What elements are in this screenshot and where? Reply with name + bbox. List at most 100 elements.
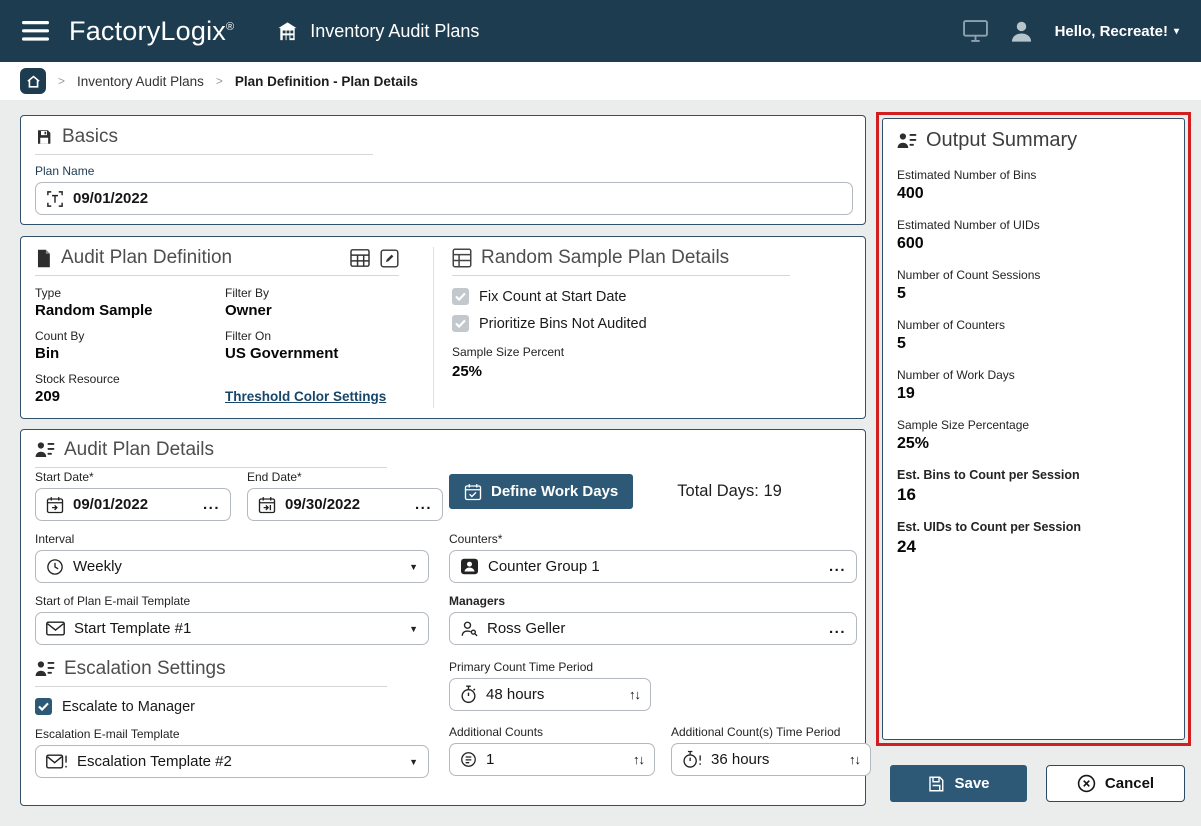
- field-value: Bin: [35, 345, 59, 362]
- field-label: Count By: [35, 329, 217, 343]
- definition-title: Audit Plan Definition: [61, 247, 232, 269]
- output-summary-items: Estimated Number of Bins 400 Estimated N…: [897, 168, 1170, 557]
- person-list-icon: [897, 132, 917, 150]
- field-value: Random Sample: [35, 302, 153, 319]
- output-summary-header: Output Summary: [897, 129, 1170, 152]
- topbar: FactoryLogix® Inventory Audit Plans Hell…: [0, 0, 1201, 62]
- breadcrumb-item-current: Plan Definition - Plan Details: [235, 74, 418, 89]
- save-label: Save: [954, 775, 989, 792]
- random-sample-title: Random Sample Plan Details: [481, 247, 729, 269]
- cancel-circle-x-icon: [1077, 774, 1096, 793]
- escalation-template-select[interactable]: Escalation Template #2 ▼: [35, 745, 429, 778]
- definition-fields: Type Random Sample Filter By Owner Count…: [35, 286, 433, 406]
- additional-counts-label: Additional Counts: [449, 725, 655, 739]
- definition-header: Audit Plan Definition: [35, 247, 399, 276]
- definition-field-filter-by: Filter By Owner: [225, 286, 433, 320]
- table-view-icon[interactable]: [350, 249, 370, 268]
- breadcrumb-item-plans[interactable]: Inventory Audit Plans: [77, 74, 204, 89]
- start-date-field[interactable]: 09/01/2022 ...: [35, 488, 231, 521]
- details-header: Audit Plan Details: [35, 439, 387, 468]
- additional-time-field[interactable]: 36 hours ↑↓: [671, 743, 871, 776]
- stepper-arrows-icon[interactable]: ↑↓: [629, 687, 640, 702]
- escalation-template-group: Escalation E-mail Template Escalation Te…: [35, 727, 429, 778]
- additional-counts-field[interactable]: 1 ↑↓: [449, 743, 655, 776]
- summary-label: Estimated Number of UIDs: [897, 218, 1170, 232]
- primary-count-field[interactable]: 48 hours ↑↓: [449, 678, 651, 711]
- escalation-header: Escalation Settings: [35, 658, 387, 687]
- user-avatar-icon[interactable]: [1008, 18, 1035, 45]
- envelope-icon: [46, 621, 65, 636]
- sample-size-group: Sample Size Percent 25%: [452, 345, 851, 381]
- summary-item-bins-per-session: Est. Bins to Count per Session 16: [897, 468, 1170, 505]
- start-date-picker-button[interactable]: ...: [203, 496, 220, 513]
- interval-select[interactable]: Weekly ▼: [35, 550, 429, 583]
- managers-picker-button[interactable]: ...: [829, 620, 846, 637]
- summary-label: Number of Count Sessions: [897, 268, 1170, 282]
- define-work-days-button[interactable]: Define Work Days: [449, 474, 633, 509]
- person-key-icon: [460, 620, 478, 638]
- additional-time-group: Additional Count(s) Time Period 36 hours…: [671, 725, 871, 776]
- plan-name-field[interactable]: 09/01/2022: [35, 182, 853, 215]
- counters-group: Counters* Counter Group 1 ...: [449, 532, 857, 583]
- end-date-picker-button[interactable]: ...: [415, 496, 432, 513]
- calendar-start-icon: [46, 496, 64, 514]
- save-button[interactable]: Save: [890, 765, 1027, 802]
- managers-group: Managers Ross Geller ...: [449, 594, 857, 645]
- counters-label: Counters*: [449, 532, 857, 546]
- text-input-icon: [46, 190, 64, 208]
- plan-name-value: 09/01/2022: [73, 190, 148, 207]
- cancel-button[interactable]: Cancel: [1046, 765, 1185, 802]
- basics-header: Basics: [35, 126, 373, 155]
- managers-field[interactable]: Ross Geller ...: [449, 612, 857, 645]
- escalation-title: Escalation Settings: [64, 658, 226, 680]
- end-date-label: End Date*: [247, 470, 443, 484]
- factory-building-icon: [276, 20, 299, 43]
- counters-picker-button[interactable]: ...: [829, 558, 846, 575]
- home-icon[interactable]: [20, 68, 46, 94]
- additional-counts-group: Additional Counts 1 ↑↓: [449, 725, 655, 776]
- start-date-group: Start Date* 09/01/2022 ...: [35, 470, 231, 521]
- additional-counts-value: 1: [486, 751, 494, 768]
- field-label: Type: [35, 286, 217, 300]
- random-sample-header: Random Sample Plan Details: [452, 247, 790, 276]
- summary-value: 16: [897, 485, 916, 504]
- end-date-value: 09/30/2022: [285, 496, 360, 513]
- counters-field[interactable]: Counter Group 1 ...: [449, 550, 857, 583]
- summary-label: Estimated Number of Bins: [897, 168, 1170, 182]
- start-date-label: Start Date*: [35, 470, 231, 484]
- fix-count-label: Fix Count at Start Date: [479, 289, 626, 305]
- summary-label: Est. UIDs to Count per Session: [897, 520, 1170, 534]
- prioritize-bins-label: Prioritize Bins Not Audited: [479, 316, 647, 332]
- counter-icon: [460, 751, 477, 768]
- definition-field-count-by: Count By Bin: [35, 329, 217, 363]
- additional-time-label: Additional Count(s) Time Period: [671, 725, 871, 739]
- envelope-alert-icon: [46, 754, 68, 769]
- date-row: Start Date* 09/01/2022 ... End Date* 09/…: [35, 470, 443, 521]
- field-value: US Government: [225, 345, 338, 362]
- summary-value: 25%: [897, 435, 929, 452]
- interval-value: Weekly: [73, 558, 122, 575]
- escalate-to-manager-checkbox[interactable]: [35, 698, 52, 715]
- greeting-text: Hello, Recreate!: [1055, 23, 1168, 40]
- summary-item-bins: Estimated Number of Bins 400: [897, 168, 1170, 203]
- summary-value: 600: [897, 235, 924, 252]
- summary-label: Sample Size Percentage: [897, 418, 1170, 432]
- document-icon: [35, 249, 52, 268]
- registered-mark: ®: [226, 21, 234, 33]
- start-template-select[interactable]: Start Template #1 ▼: [35, 612, 429, 645]
- field-label: Filter On: [225, 329, 433, 343]
- app-logo: FactoryLogix®: [69, 16, 234, 47]
- stepper-arrows-icon[interactable]: ↑↓: [633, 752, 644, 767]
- summary-item-counters: Number of Counters 5: [897, 318, 1170, 353]
- primary-count-value: 48 hours: [486, 686, 544, 703]
- page-title: Inventory Audit Plans: [310, 21, 479, 42]
- monitor-icon[interactable]: [963, 20, 988, 42]
- threshold-color-settings-link[interactable]: Threshold Color Settings: [225, 389, 386, 404]
- stepper-arrows-icon[interactable]: ↑↓: [849, 752, 860, 767]
- person-list-icon: [35, 441, 55, 459]
- menu-icon[interactable]: [22, 21, 49, 41]
- edit-icon[interactable]: [380, 249, 399, 268]
- user-menu[interactable]: Hello, Recreate! ▾: [1055, 23, 1179, 40]
- random-sample-section: Random Sample Plan Details Fix Count at …: [433, 247, 851, 408]
- end-date-field[interactable]: 09/30/2022 ...: [247, 488, 443, 521]
